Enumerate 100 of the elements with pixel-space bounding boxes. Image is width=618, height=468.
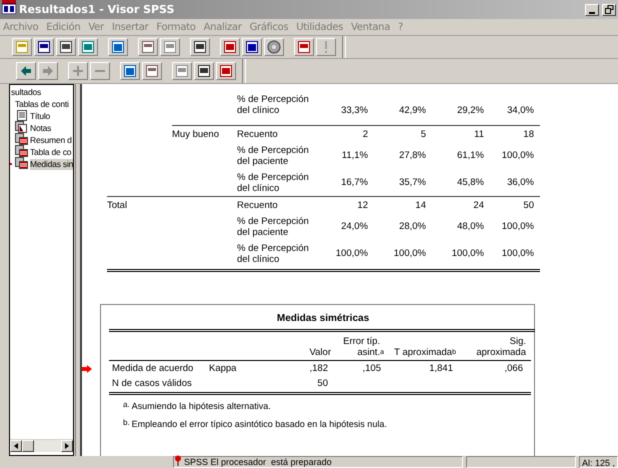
table-cell: Total [107, 196, 172, 213]
demote-button[interactable] [172, 62, 192, 80]
selection-marker [10, 163, 12, 165]
tree-item[interactable]: Resumen d [30, 134, 72, 146]
promote-button[interactable] [194, 62, 214, 80]
table-cell-text: 61,1% [456, 149, 485, 163]
horizontal-scrollbar[interactable] [10, 439, 73, 452]
minimize-button[interactable] [585, 4, 599, 16]
document-icon [15, 133, 28, 145]
left-arrow-icon [19, 64, 33, 78]
table-cell-text: ,066 [504, 362, 524, 376]
table-cell-text: ,182 [308, 362, 329, 376]
table-cell: 2 [322, 125, 374, 142]
table-cell-text: 100,0% [392, 247, 427, 261]
menu-item[interactable]: Ver [88, 22, 104, 32]
app-icon [2, 0, 16, 14]
book-button[interactable] [120, 62, 140, 80]
dialog-button[interactable] [138, 38, 158, 56]
table-cell-text: % de Percepción del clínico [237, 170, 310, 196]
footnote: $^{a.}$ Asumiendo la hipótesis alternativa. [122, 399, 272, 413]
table-cell: Medida de acuerdo [109, 361, 206, 376]
globe-button[interactable] [108, 38, 128, 56]
tree-item[interactable]: Medidas sin [30, 158, 73, 170]
table-cell-text: 29,2% [456, 104, 485, 118]
table-cell-text: 24,0% [340, 220, 369, 234]
column-header: Error típ. asint.$^{a}$ [336, 332, 389, 361]
menu-item[interactable]: Analizar [204, 22, 242, 32]
tree-item[interactable]: Título [30, 110, 50, 122]
right-arrow-icon [41, 64, 55, 78]
table-cell-text: 45,8% [456, 176, 485, 190]
list-button[interactable] [294, 38, 314, 56]
disc-button[interactable] [264, 38, 284, 56]
left-arrow-button[interactable] [16, 62, 36, 80]
print-button[interactable] [56, 38, 76, 56]
table-cell-text: % de Percepción del paciente [237, 214, 310, 240]
save-button[interactable] [34, 38, 54, 56]
table-cell-text: % de Percepción del clínico [237, 242, 310, 266]
scroll-thumb[interactable] [22, 440, 34, 452]
right-arrow-icon [65, 443, 69, 449]
table-cell: 50 [490, 196, 540, 213]
menu-item[interactable]: Insertar [112, 22, 148, 32]
status-message: SPSS El procesador está preparado [184, 456, 332, 468]
page-button[interactable] [216, 62, 236, 80]
table-cell-text: N de casos válidos [111, 377, 193, 391]
table-cell-text: % de Percepción del paciente [237, 144, 310, 168]
table-cell-text: 100,0% [450, 247, 485, 261]
undo-button[interactable] [160, 38, 180, 56]
minus-button[interactable] [90, 62, 110, 80]
open-folder-button[interactable] [12, 38, 32, 56]
table-cell-text: Kappa [208, 362, 238, 376]
table-title: Medidas simétricas [276, 313, 370, 324]
scroll-right-button[interactable] [61, 440, 73, 452]
restore-button[interactable] [602, 4, 616, 16]
help-button[interactable] [242, 38, 262, 56]
menu-item[interactable]: Ventana [351, 22, 390, 32]
menu-item[interactable]: Utilidades [296, 22, 344, 32]
tree-item[interactable]: sultados [10, 87, 73, 98]
panel-button[interactable] [142, 62, 162, 80]
grid-button[interactable] [190, 38, 210, 56]
tree-item[interactable]: Tablas de conti [15, 98, 69, 110]
menu-item[interactable]: Archivo [3, 22, 38, 32]
menu-item[interactable]: Gráficos [250, 22, 288, 32]
table-cell-text: 100,0% [500, 220, 535, 234]
table-cell-text: 1,841 [428, 362, 454, 376]
exclamation-button[interactable] [316, 38, 336, 56]
plus-icon [71, 64, 85, 78]
document-icon [15, 145, 28, 157]
splitter[interactable] [75, 84, 81, 456]
footnote: $^{b.}$ Empleando el error típico asintótico basado en la hipótesis nula. [122, 417, 388, 431]
table-cell-text: 100,0% [334, 247, 369, 261]
plus-button[interactable] [68, 62, 88, 80]
menu-item[interactable]: ? [398, 22, 404, 32]
table-cell-text: 36,0% [506, 176, 535, 190]
table-cell: Recuento [237, 125, 322, 142]
cursor-position: Al: 125 , [579, 456, 618, 468]
table-cell-text: % de Percepción del clínico [237, 93, 310, 116]
table-cell-text: 11,1% [340, 149, 369, 163]
table-cell: 5 [374, 125, 432, 142]
print-preview-button[interactable] [78, 38, 98, 56]
left-arrow-icon [14, 443, 18, 449]
table-cell: 24 [432, 196, 490, 213]
table-cell-text: 33,3% [340, 104, 369, 118]
pin-icon [174, 455, 182, 466]
document-icon [15, 157, 28, 169]
scroll-left-button[interactable] [10, 440, 22, 452]
document-icon [15, 109, 28, 121]
right-arrow-button[interactable] [38, 62, 58, 80]
tree-item[interactable]: Notas [30, 122, 52, 134]
menu-item[interactable]: Formato [156, 22, 196, 32]
column-header: Sig. aproximada [461, 332, 531, 361]
column-header: Valor [261, 332, 336, 361]
table-cell-text: 48,0% [456, 220, 485, 234]
table-cell-text: 16,7% [340, 176, 369, 190]
table-cell: 11 [432, 125, 490, 142]
table-cell-text: 42,9% [398, 104, 427, 118]
table-cell: Muy bueno [172, 125, 237, 142]
table-cell: 12 [322, 196, 374, 213]
tree-item[interactable]: Tabla de co [30, 146, 72, 158]
menu-item[interactable]: Edición [46, 22, 80, 32]
chart-button[interactable] [220, 38, 240, 56]
